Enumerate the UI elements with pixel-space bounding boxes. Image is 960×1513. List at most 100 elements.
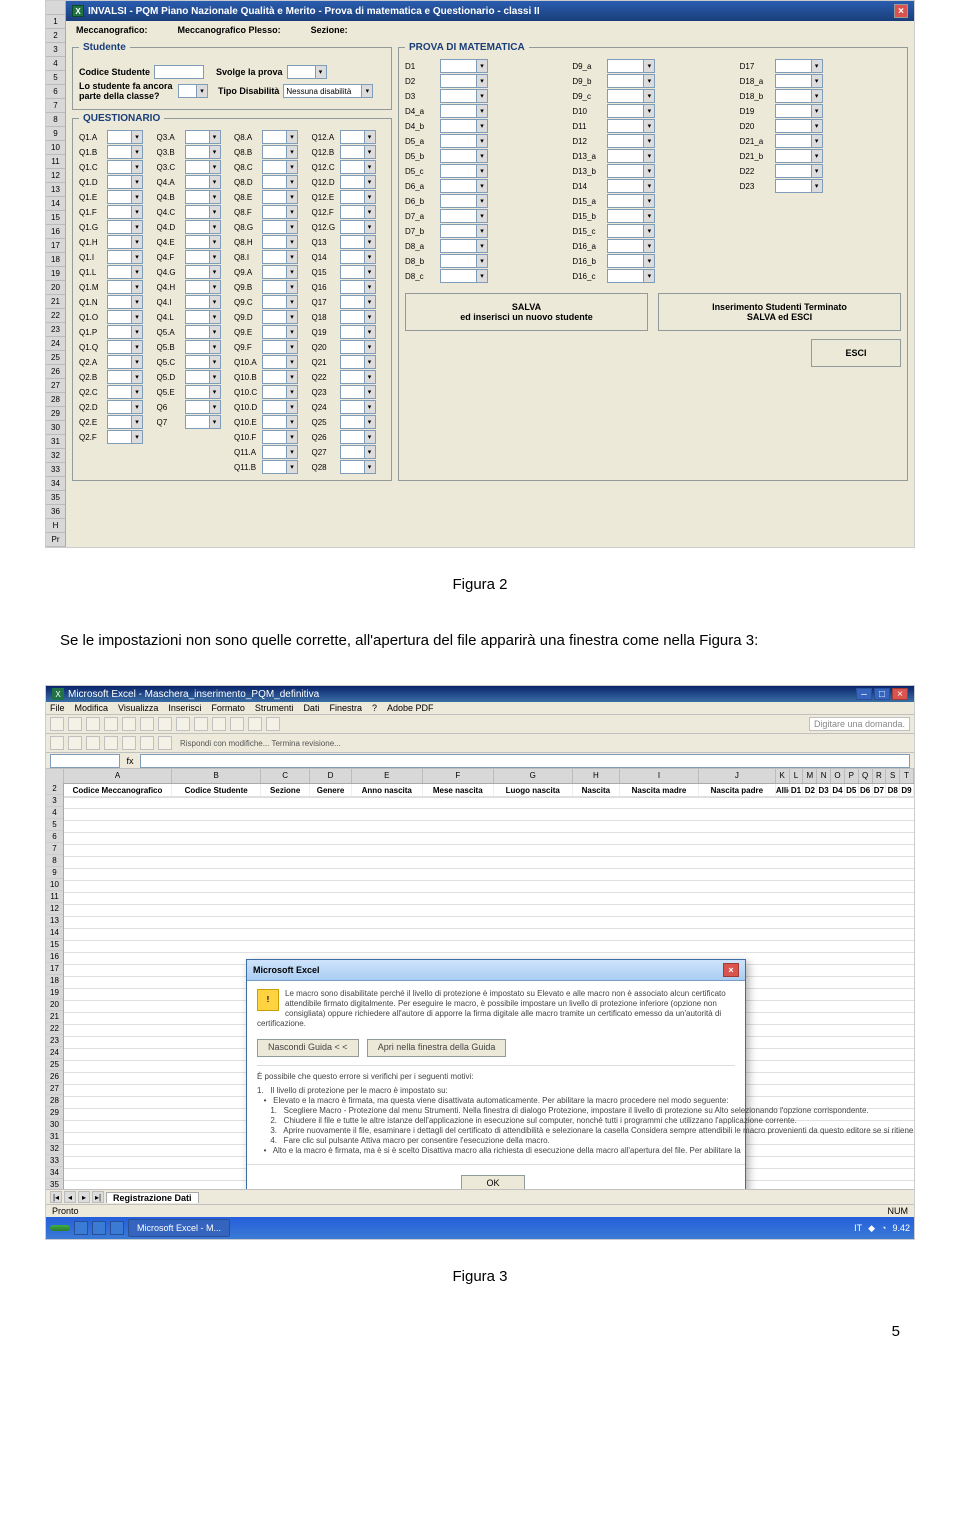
input-codice-studente[interactable] <box>154 65 204 79</box>
question-combo[interactable]: ▾ <box>340 190 376 204</box>
quick-launch-icon[interactable] <box>110 1221 124 1235</box>
row-header-cell[interactable]: 33 <box>46 1155 63 1167</box>
question-combo[interactable]: ▾ <box>107 145 143 159</box>
question-combo[interactable]: ▾ <box>340 355 376 369</box>
question-combo[interactable]: ▾ <box>107 250 143 264</box>
column-header-cell[interactable]: C <box>261 769 310 783</box>
prova-combo[interactable]: ▾ <box>440 209 488 223</box>
tab-nav-prev[interactable]: ◂ <box>64 1191 76 1203</box>
question-combo[interactable]: ▾ <box>107 340 143 354</box>
tab-nav-first[interactable]: |◂ <box>50 1191 62 1203</box>
question-combo[interactable]: ▾ <box>262 160 298 174</box>
row-header-cell[interactable]: 18 <box>46 975 63 987</box>
column-header-cell[interactable]: M <box>803 769 817 783</box>
tray-language[interactable]: IT <box>854 1223 862 1233</box>
prova-combo[interactable]: ▾ <box>775 119 823 133</box>
column-header-cell[interactable]: B <box>172 769 261 783</box>
row-header-cell[interactable]: 31 <box>46 1131 63 1143</box>
prova-combo[interactable]: ▾ <box>775 104 823 118</box>
column-header-cell[interactable]: T <box>900 769 914 783</box>
toolbar-icon[interactable] <box>86 717 100 731</box>
prova-combo[interactable]: ▾ <box>775 59 823 73</box>
question-combo[interactable]: ▾ <box>262 235 298 249</box>
question-combo[interactable]: ▾ <box>185 280 221 294</box>
question-combo[interactable]: ▾ <box>107 130 143 144</box>
question-combo[interactable]: ▾ <box>340 130 376 144</box>
column-header-cell[interactable]: L <box>790 769 804 783</box>
column-header-cell[interactable]: J <box>699 769 776 783</box>
question-combo[interactable]: ▾ <box>185 235 221 249</box>
question-combo[interactable]: ▾ <box>340 295 376 309</box>
question-combo[interactable]: ▾ <box>107 220 143 234</box>
toolbar-icon[interactable] <box>104 717 118 731</box>
menu-bar[interactable]: FileModificaVisualizzaInserisciFormatoSt… <box>46 702 914 715</box>
column-header-cell[interactable]: Q <box>859 769 873 783</box>
question-combo[interactable]: ▾ <box>185 325 221 339</box>
question-combo[interactable]: ▾ <box>340 385 376 399</box>
question-combo[interactable]: ▾ <box>185 310 221 324</box>
row-header-cell[interactable]: 2 <box>46 783 63 795</box>
column-headers[interactable]: ABCDEFGHIJKLMNOPQRST <box>46 769 914 784</box>
question-combo[interactable]: ▾ <box>262 400 298 414</box>
question-combo[interactable]: ▾ <box>107 355 143 369</box>
prova-combo[interactable]: ▾ <box>607 179 655 193</box>
question-combo[interactable]: ▾ <box>340 400 376 414</box>
question-combo[interactable]: ▾ <box>340 325 376 339</box>
name-box[interactable] <box>50 754 120 768</box>
question-combo[interactable]: ▾ <box>107 415 143 429</box>
combo-tipo-disabilita[interactable]: Nessuna disabilità▾ <box>283 84 373 98</box>
toolbar-icon[interactable] <box>68 736 82 750</box>
question-combo[interactable]: ▾ <box>185 265 221 279</box>
toolbar-icon[interactable] <box>230 717 244 731</box>
prova-combo[interactable]: ▾ <box>440 179 488 193</box>
question-combo[interactable]: ▾ <box>107 400 143 414</box>
question-combo[interactable]: ▾ <box>185 175 221 189</box>
row-header-cell[interactable]: 15 <box>46 939 63 951</box>
question-combo[interactable]: ▾ <box>340 220 376 234</box>
tray-icon[interactable]: ◔ <box>881 1223 886 1233</box>
quick-launch-icon[interactable] <box>74 1221 88 1235</box>
question-combo[interactable]: ▾ <box>107 295 143 309</box>
menu-item[interactable]: Visualizza <box>118 703 158 713</box>
row-header-cell[interactable]: 32 <box>46 1143 63 1155</box>
toolbar-icon[interactable] <box>68 717 82 731</box>
prova-combo[interactable]: ▾ <box>607 134 655 148</box>
question-combo[interactable]: ▾ <box>185 385 221 399</box>
question-combo[interactable]: ▾ <box>185 370 221 384</box>
quick-launch-icon[interactable] <box>92 1221 106 1235</box>
row-header-cell[interactable]: 20 <box>46 999 63 1011</box>
close-icon[interactable]: × <box>894 4 908 18</box>
prova-combo[interactable]: ▾ <box>607 89 655 103</box>
prova-combo[interactable]: ▾ <box>440 164 488 178</box>
row-header-cell[interactable]: 23 <box>46 1035 63 1047</box>
column-header-cell[interactable]: A <box>64 769 172 783</box>
toolbar-icon[interactable] <box>122 717 136 731</box>
question-combo[interactable]: ▾ <box>262 295 298 309</box>
prova-combo[interactable]: ▾ <box>775 134 823 148</box>
prova-combo[interactable]: ▾ <box>775 74 823 88</box>
question-combo[interactable]: ▾ <box>107 310 143 324</box>
row-header-cell[interactable]: 4 <box>46 807 63 819</box>
worksheet-area[interactable]: ABCDEFGHIJKLMNOPQRST 1Codice Meccanograf… <box>46 769 914 1189</box>
column-header-cell[interactable]: I <box>620 769 699 783</box>
button-esci[interactable]: ESCI <box>811 339 901 367</box>
question-combo[interactable]: ▾ <box>340 175 376 189</box>
prova-combo[interactable]: ▾ <box>440 224 488 238</box>
prova-combo[interactable]: ▾ <box>607 209 655 223</box>
question-combo[interactable]: ▾ <box>185 295 221 309</box>
row-header-cell[interactable]: 17 <box>46 963 63 975</box>
combo-parte-classe[interactable]: ▾ <box>178 84 208 98</box>
start-button[interactable] <box>50 1225 70 1231</box>
question-combo[interactable]: ▾ <box>340 340 376 354</box>
formatting-toolbar[interactable]: Rispondi con modifiche... Termina revisi… <box>46 734 914 753</box>
prova-combo[interactable]: ▾ <box>440 104 488 118</box>
question-combo[interactable]: ▾ <box>262 445 298 459</box>
ask-a-question-box[interactable]: Digitare una domanda. <box>809 717 910 731</box>
prova-combo[interactable]: ▾ <box>440 149 488 163</box>
prova-combo[interactable]: ▾ <box>607 254 655 268</box>
prova-combo[interactable]: ▾ <box>775 164 823 178</box>
row-header-cell[interactable]: 9 <box>46 867 63 879</box>
toolbar-icon[interactable] <box>266 717 280 731</box>
toolbar-icon[interactable] <box>50 736 64 750</box>
question-combo[interactable]: ▾ <box>340 205 376 219</box>
